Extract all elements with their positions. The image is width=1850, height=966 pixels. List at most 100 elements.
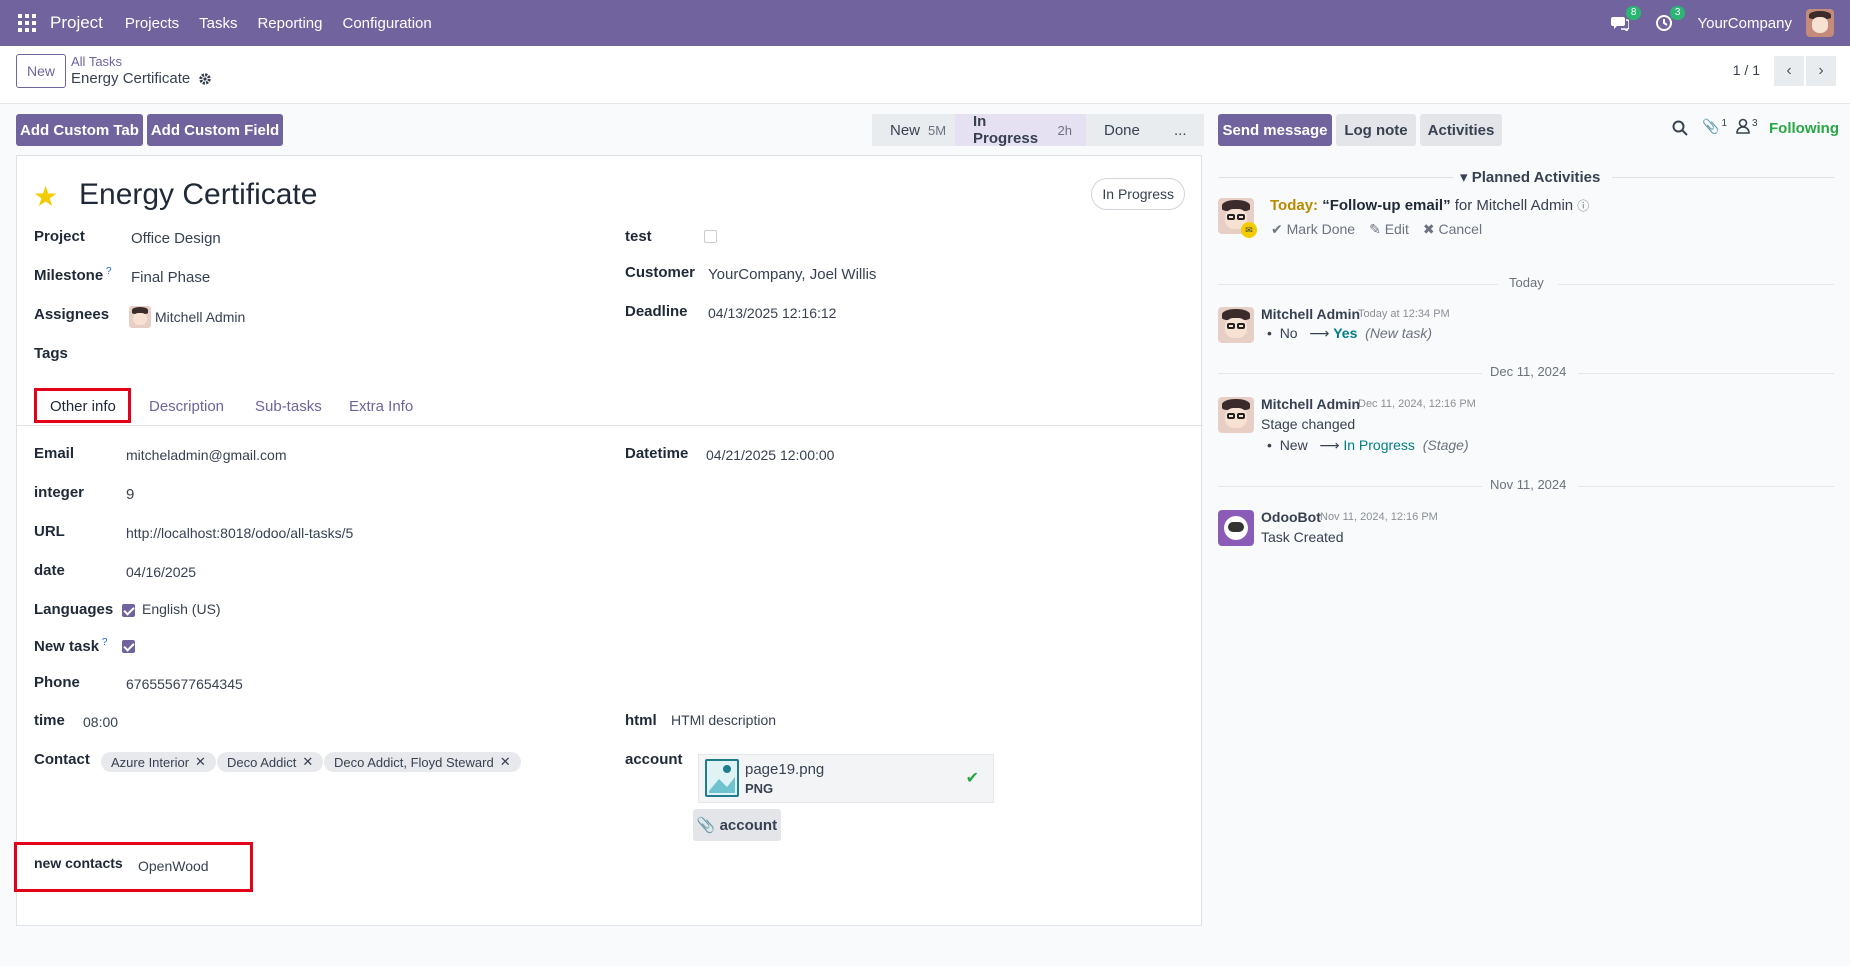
breadcrumb-current-label: Energy Certificate xyxy=(71,70,191,87)
gear-icon[interactable] xyxy=(198,72,212,86)
url-field[interactable]: http://localhost:8018/odoo/all-tasks/5 xyxy=(126,525,353,541)
menu-projects[interactable]: Projects xyxy=(125,15,179,32)
message-body: Stage changed xyxy=(1261,416,1356,432)
html-field[interactable]: HTMl description xyxy=(671,712,776,728)
tab-sub-tasks[interactable]: Sub-tasks xyxy=(255,398,322,415)
phone-field[interactable]: 676555677654345 xyxy=(126,676,243,692)
priority-star-icon[interactable]: ★ xyxy=(33,180,58,213)
stage-new[interactable]: New 5M xyxy=(872,114,955,146)
tab-extra-info[interactable]: Extra Info xyxy=(349,398,413,415)
stage-done[interactable]: Done xyxy=(1086,114,1156,146)
contact-tag[interactable]: Deco Addict ✕ xyxy=(217,752,324,772)
add-custom-tab-button[interactable]: Add Custom Tab xyxy=(16,114,143,146)
tab-description[interactable]: Description xyxy=(149,398,224,415)
account-label: account xyxy=(625,751,683,768)
new-value: Yes xyxy=(1333,325,1358,341)
email-field[interactable]: mitcheladmin@gmail.com xyxy=(126,447,286,463)
cancel-activity-label: Cancel xyxy=(1438,221,1483,237)
pager-next-icon[interactable]: › xyxy=(1806,56,1836,86)
contact-tag[interactable]: Deco Addict, Floyd Steward ✕ xyxy=(324,752,521,772)
search-icon[interactable] xyxy=(1672,120,1688,140)
send-message-button[interactable]: Send message xyxy=(1218,114,1332,146)
activity-assignee: for Mitchell Admin xyxy=(1454,197,1574,214)
highlight-box-new-contacts xyxy=(14,842,253,892)
language-option: English (US) xyxy=(142,601,221,617)
mark-done-label: Mark Done xyxy=(1286,221,1356,237)
add-custom-field-button[interactable]: Add Custom Field xyxy=(147,114,283,146)
message-author[interactable]: Mitchell Admin xyxy=(1261,306,1360,322)
apps-menu-icon[interactable] xyxy=(18,14,36,32)
log-note-button[interactable]: Log note xyxy=(1336,114,1416,146)
remove-tag-icon[interactable]: ✕ xyxy=(500,754,511,770)
app-name[interactable]: Project xyxy=(50,13,103,33)
new-task-label: New task ? xyxy=(34,637,107,655)
cancel-activity-button[interactable]: ✖ Cancel xyxy=(1423,221,1482,238)
remove-tag-icon[interactable]: ✕ xyxy=(195,754,206,770)
mark-done-button[interactable]: ✔ Mark Done xyxy=(1271,221,1355,238)
stage-pill[interactable]: In Progress xyxy=(1091,178,1185,210)
remove-tag-icon[interactable]: ✕ xyxy=(302,754,313,770)
customer-field[interactable]: YourCompany, Joel Willis xyxy=(708,266,876,283)
odoobot-avatar[interactable] xyxy=(1218,510,1254,546)
activity-due-today: Today: xyxy=(1270,197,1319,214)
planned-activities-header[interactable]: ▾ Planned Activities xyxy=(1218,168,1834,188)
language-checkbox[interactable] xyxy=(122,604,135,617)
followers-counter[interactable]: 3 xyxy=(1736,118,1758,134)
activity-summary: Today: “Follow-up email” for Mitchell Ad… xyxy=(1270,197,1589,214)
message-author[interactable]: OdooBot xyxy=(1261,509,1321,525)
info-icon[interactable]: ⓘ xyxy=(1577,199,1589,213)
activities-button[interactable]: Activities xyxy=(1420,114,1502,146)
pager-previous-icon[interactable]: ‹ xyxy=(1774,56,1804,86)
account-upload-button[interactable]: 📎 account xyxy=(693,809,781,841)
task-title[interactable]: Energy Certificate xyxy=(79,178,317,212)
company-switcher[interactable]: YourCompany xyxy=(1697,15,1792,32)
user-avatar[interactable] xyxy=(1806,9,1834,37)
followers-count: 3 xyxy=(1752,118,1758,129)
new-button[interactable]: New xyxy=(16,54,66,88)
new-task-checkbox[interactable] xyxy=(122,640,135,653)
help-icon[interactable]: ? xyxy=(103,266,112,277)
tracking-change: • New ⟶ In Progress (Stage) xyxy=(1267,437,1469,453)
datetime-field[interactable]: 04/21/2025 12:00:00 xyxy=(706,447,834,463)
stage-in-progress-label: In Progress xyxy=(973,113,1039,147)
integer-field[interactable]: 9 xyxy=(126,486,134,503)
milestone-field[interactable]: Final Phase xyxy=(131,269,210,286)
control-panel: New All Tasks Energy Certificate 1 / 1 ‹… xyxy=(0,46,1850,104)
message-body: Task Created xyxy=(1261,529,1344,545)
languages-label: Languages xyxy=(34,601,114,618)
author-avatar[interactable] xyxy=(1218,397,1254,433)
messaging-icon[interactable]: 8 xyxy=(1609,6,1642,34)
activities-badge: 3 xyxy=(1669,6,1686,20)
edit-activity-label: Edit xyxy=(1384,221,1409,237)
attachments-counter[interactable]: 📎 1 xyxy=(1702,118,1727,135)
date-separator-label: Dec 11, 2024 xyxy=(1490,364,1567,379)
message-author[interactable]: Mitchell Admin xyxy=(1261,396,1360,412)
menu-reporting[interactable]: Reporting xyxy=(257,15,322,32)
contact-tag-label: Deco Addict, Floyd Steward xyxy=(334,754,494,770)
phone-label: Phone xyxy=(34,674,80,691)
project-field[interactable]: Office Design xyxy=(131,230,221,247)
attachment-card[interactable]: page19.png PNG ✔ xyxy=(698,754,994,803)
stage-more[interactable]: ... xyxy=(1156,114,1204,146)
paperclip-icon: 📎 xyxy=(1702,118,1720,134)
menu-tasks[interactable]: Tasks xyxy=(199,15,237,32)
milestone-label-text: Milestone xyxy=(34,267,104,284)
time-field[interactable]: 08:00 xyxy=(83,714,118,730)
attachment-extension: PNG xyxy=(745,781,774,796)
date-field[interactable]: 04/16/2025 xyxy=(126,564,196,580)
pager-value[interactable]: 1 / 1 xyxy=(1733,62,1760,78)
assignee-field[interactable]: Mitchell Admin xyxy=(129,306,245,328)
help-icon[interactable]: ? xyxy=(99,637,108,648)
customer-label: Customer xyxy=(625,264,696,281)
stage-in-progress[interactable]: In Progress 2h xyxy=(955,113,1086,147)
menu-configuration[interactable]: Configuration xyxy=(343,15,432,32)
breadcrumb-all-tasks[interactable]: All Tasks xyxy=(71,54,122,69)
following-button[interactable]: Following xyxy=(1769,120,1839,137)
test-checkbox[interactable] xyxy=(704,230,717,243)
contact-tag[interactable]: Azure Interior ✕ xyxy=(101,752,216,772)
author-avatar[interactable] xyxy=(1218,307,1254,343)
task-form-sheet: ★ Energy Certificate In Progress Project… xyxy=(14,155,1203,926)
deadline-field[interactable]: 04/13/2025 12:16:12 xyxy=(708,305,836,321)
activities-clock-icon[interactable]: 3 xyxy=(1653,6,1686,34)
edit-activity-button[interactable]: ✎ Edit xyxy=(1369,221,1409,238)
